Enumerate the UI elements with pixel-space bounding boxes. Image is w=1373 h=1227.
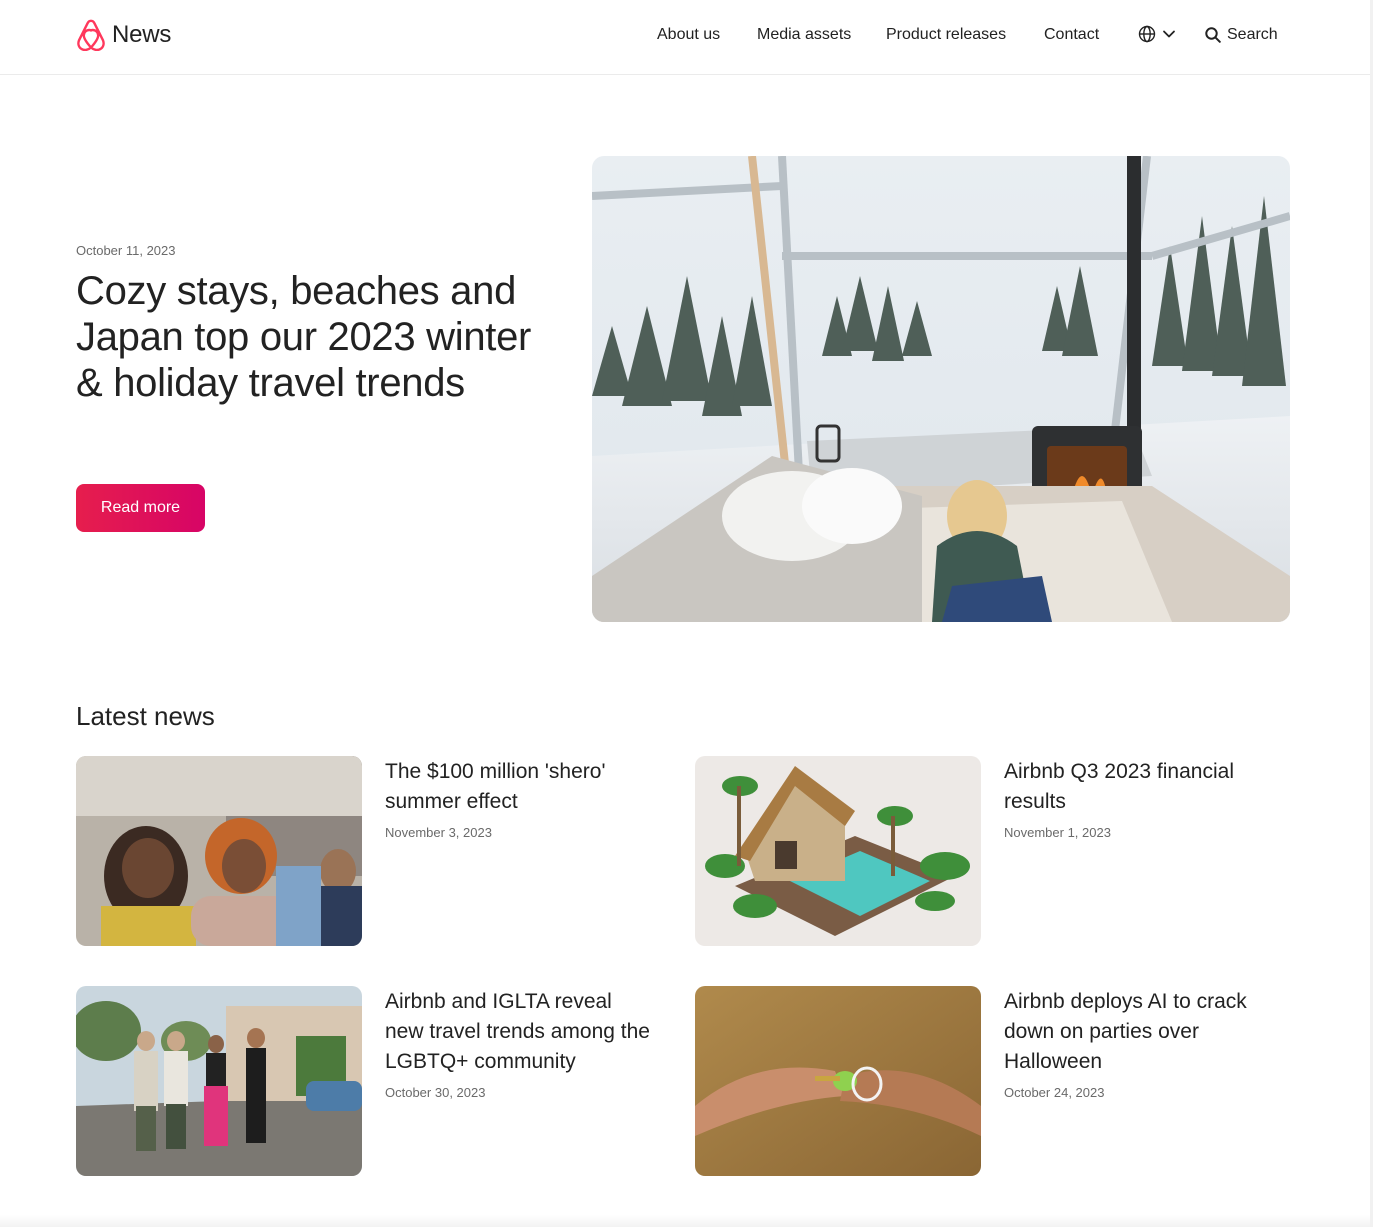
article-title-halloween-ai[interactable]: Airbnb deploys AI to crack down on parti… bbox=[1004, 987, 1274, 1077]
read-more-button[interactable]: Read more bbox=[76, 484, 205, 532]
article-image-shero[interactable] bbox=[76, 756, 362, 946]
nav-product-releases[interactable]: Product releases bbox=[886, 24, 1006, 46]
villa-pool-illustration bbox=[695, 756, 981, 946]
article-title-shero[interactable]: The $100 million 'shero' summer effect bbox=[385, 757, 655, 817]
street-group-photo bbox=[76, 986, 362, 1176]
search-label: Search bbox=[1227, 26, 1278, 43]
search-icon bbox=[1205, 27, 1221, 43]
globe-icon bbox=[1138, 25, 1156, 43]
article-date-halloween-ai: October 24, 2023 bbox=[1004, 1085, 1105, 1100]
key-handover-photo bbox=[695, 986, 981, 1176]
nav-media-assets[interactable]: Media assets bbox=[757, 24, 851, 46]
article-image-halloween-ai[interactable] bbox=[695, 986, 981, 1176]
site-header: News About us Media assets Product relea… bbox=[0, 0, 1370, 75]
search-button[interactable]: Search bbox=[1205, 24, 1278, 46]
article-image-q3-results[interactable] bbox=[695, 756, 981, 946]
article-date-igita: October 30, 2023 bbox=[385, 1085, 486, 1100]
cabin-interior-illustration bbox=[592, 156, 1290, 622]
article-title-igita[interactable]: Airbnb and IGLTA reveal new travel trend… bbox=[385, 987, 655, 1077]
hero-date: October 11, 2023 bbox=[76, 243, 176, 258]
footer-edge bbox=[0, 1215, 1370, 1227]
language-selector[interactable] bbox=[1138, 25, 1176, 43]
hero-image[interactable] bbox=[592, 156, 1290, 622]
article-image-igita[interactable] bbox=[76, 986, 362, 1176]
page: News About us Media assets Product relea… bbox=[0, 0, 1373, 1227]
nav-contact[interactable]: Contact bbox=[1044, 24, 1099, 46]
women-celebrating-photo bbox=[76, 756, 362, 946]
chevron-down-icon bbox=[1163, 30, 1175, 38]
nav-about-us[interactable]: About us bbox=[657, 24, 720, 46]
latest-news-heading: Latest news bbox=[76, 701, 215, 731]
hero-title[interactable]: Cozy stays, beaches and Japan top our 20… bbox=[76, 268, 546, 406]
article-title-q3-results[interactable]: Airbnb Q3 2023 financial results bbox=[1004, 757, 1274, 817]
article-date-q3-results: November 1, 2023 bbox=[1004, 825, 1111, 840]
article-date-shero: November 3, 2023 bbox=[385, 825, 492, 840]
